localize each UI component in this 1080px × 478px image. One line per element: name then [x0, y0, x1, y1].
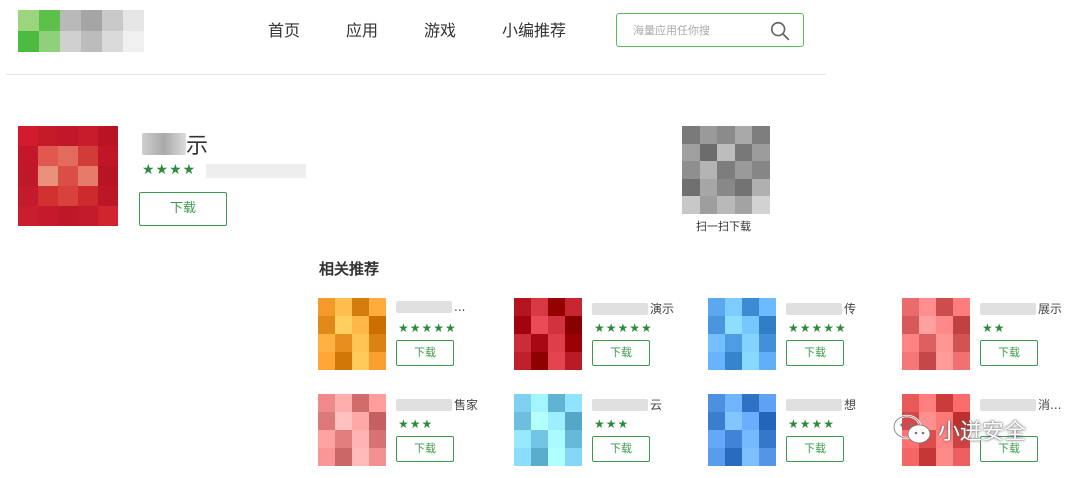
search-input[interactable] [633, 23, 773, 37]
related-item-rating: ★★★★ [788, 417, 836, 431]
app-icon[interactable] [514, 394, 582, 466]
related-item-name[interactable]: 消... [980, 396, 1061, 413]
app-icon[interactable] [318, 298, 386, 370]
wechat-icon [892, 414, 931, 444]
app-icon[interactable] [318, 394, 386, 466]
nav-apps[interactable]: 应用 [346, 20, 378, 42]
related-title: 相关推荐 [319, 260, 380, 278]
redacted-meta [206, 164, 306, 178]
related-item-name[interactable]: 演示 [592, 300, 674, 317]
related-item-rating: ★★ [982, 321, 1006, 335]
app-icon[interactable] [902, 298, 970, 370]
app-icon[interactable] [708, 394, 776, 466]
redacted-name [396, 301, 452, 313]
redacted-name [980, 398, 1036, 411]
related-download-button[interactable]: 下载 [980, 340, 1038, 366]
related-item-rating: ★★★★★ [594, 321, 653, 335]
app-title: 示 [142, 128, 208, 160]
main-nav: 首页 应用 游戏 小编推荐 [268, 20, 612, 42]
download-button[interactable]: 下载 [139, 192, 227, 226]
nav-games[interactable]: 游戏 [424, 20, 456, 42]
related-download-button[interactable]: 下载 [592, 436, 650, 462]
watermark: 小迸安全 [892, 414, 1026, 446]
related-item[interactable]: 想 ★★★★ 下载 [708, 394, 898, 474]
header-divider [6, 74, 826, 75]
related-item-name[interactable]: ... [396, 300, 465, 314]
app-icon [18, 126, 118, 226]
related-item[interactable]: 演示 ★★★★★ 下载 [514, 298, 704, 378]
related-item[interactable]: ... ★★★★★ 下载 [318, 298, 508, 378]
related-item[interactable]: 展示 ★★ 下载 [902, 298, 1080, 378]
qr-label: 扫一扫下载 [696, 220, 751, 233]
redacted-name [980, 302, 1036, 315]
related-item[interactable]: 云 ★★★ 下载 [514, 394, 704, 474]
related-item-rating: ★★★ [594, 417, 630, 431]
related-item-name[interactable]: 展示 [980, 300, 1062, 317]
search-icon[interactable] [769, 20, 791, 42]
nav-editor-picks[interactable]: 小编推荐 [502, 20, 566, 42]
site-logo[interactable] [18, 10, 144, 52]
redacted-name [396, 398, 452, 411]
related-item-name[interactable]: 传 [786, 300, 856, 317]
related-item-name[interactable]: 想 [786, 396, 856, 413]
related-download-button[interactable]: 下载 [786, 436, 844, 462]
redacted-name [786, 302, 842, 315]
redacted-name [786, 398, 842, 411]
related-item-name[interactable]: 云 [592, 396, 662, 413]
app-icon[interactable] [514, 298, 582, 370]
app-rating: ★★★★ [142, 162, 197, 178]
related-item[interactable]: 传 ★★★★★ 下载 [708, 298, 898, 378]
watermark-text: 小迸安全 [938, 420, 1027, 445]
related-item-rating: ★★★★★ [398, 321, 457, 335]
related-item[interactable]: 售家 ★★★ 下载 [318, 394, 508, 474]
redacted-name [592, 398, 648, 411]
related-item-name[interactable]: 售家 [396, 396, 478, 413]
redacted-name [592, 302, 648, 315]
app-icon[interactable] [708, 298, 776, 370]
related-item-rating: ★★★ [398, 417, 434, 431]
search-box [616, 13, 804, 47]
related-download-button[interactable]: 下载 [396, 340, 454, 366]
related-download-button[interactable]: 下载 [592, 340, 650, 366]
qr-code [682, 126, 770, 214]
redacted-name [142, 133, 186, 155]
related-item-rating: ★★★★★ [788, 321, 847, 335]
related-download-button[interactable]: 下载 [786, 340, 844, 366]
nav-home[interactable]: 首页 [268, 20, 300, 42]
related-download-button[interactable]: 下载 [396, 436, 454, 462]
